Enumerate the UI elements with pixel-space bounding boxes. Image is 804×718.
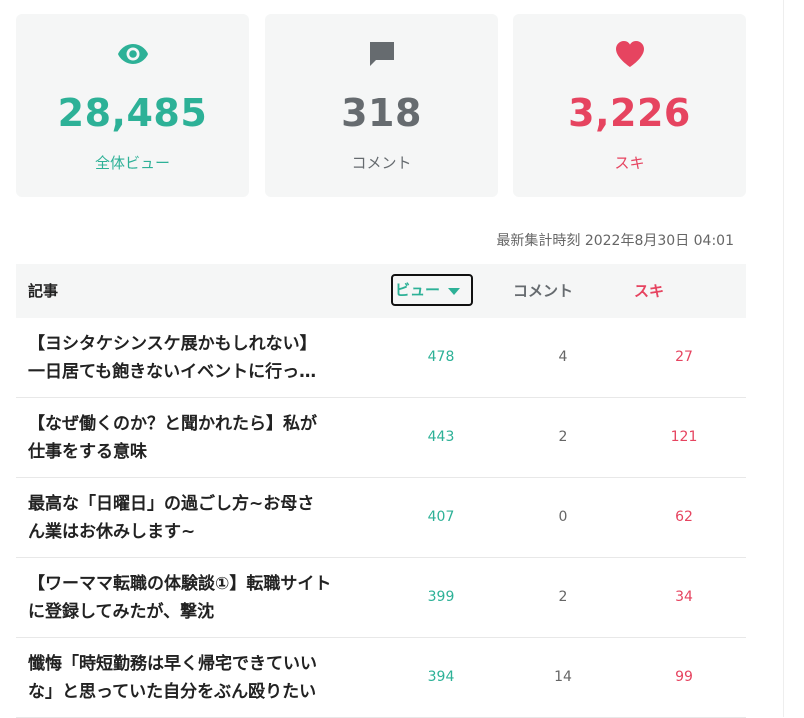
- table-row: 最高な「日曜日」の過ごし方~お母さ ん業はお休みします~ 407 0 62: [16, 478, 746, 558]
- total-comments-value: 318: [341, 91, 422, 135]
- likes-count: 34: [675, 589, 693, 605]
- article-title-link[interactable]: 【なぜ働くのか？と聞かれたら】私が 仕事をする意味: [28, 410, 378, 466]
- table-row: 【なぜ働くのか？と聞かれたら】私が 仕事をする意味 443 2 121: [16, 398, 746, 478]
- views-count: 443: [427, 429, 455, 445]
- article-title-link[interactable]: 【ヨシタケシンスケ展かもしれない】 一日居ても飽きないイベントに行っ…: [28, 330, 378, 386]
- comments-count: 2: [558, 589, 568, 605]
- table-header: 記事 ビュー コメント スキ: [16, 264, 746, 318]
- stat-card-views: 28,485 全体ビュー: [16, 14, 249, 197]
- caret-down-icon: [448, 277, 461, 305]
- likes-count: 121: [670, 429, 698, 445]
- views-count: 399: [427, 589, 455, 605]
- eye-icon: [16, 36, 249, 72]
- article-title-line: 【ヨシタケシンスケ展かもしれない】: [28, 334, 317, 354]
- likes-count: 99: [675, 669, 693, 685]
- article-title-link[interactable]: 懺悔「時短勤務は早く帰宅できていい な」と思っていた自分をぶん殴りたい: [28, 650, 378, 706]
- article-title-link[interactable]: 最高な「日曜日」の過ごし方~お母さ ん業はお休みします~: [28, 490, 378, 546]
- article-title-line: 一日居ても飽きないイベントに行っ…: [28, 362, 317, 382]
- stats-cards: 28,485 全体ビュー 318 コメント 3,226 スキ: [16, 14, 746, 197]
- article-title-line: 仕事をする意味: [28, 442, 147, 462]
- stat-card-comments: 318 コメント: [265, 14, 498, 197]
- article-title-link[interactable]: 【ワーママ転職の体験談①】転職サイト に登録してみたが、撃沈: [28, 570, 378, 626]
- total-likes-label: スキ: [614, 154, 645, 172]
- article-stats-table: 記事 ビュー コメント スキ 【ヨシタケシンスケ展かもしれない】 一日居ても飽き…: [16, 264, 746, 718]
- table-row: 【ヨシタケシンスケ展かもしれない】 一日居ても飽きないイベントに行っ… 478 …: [16, 318, 746, 398]
- comments-count: 2: [558, 429, 568, 445]
- article-title-line: 【なぜ働くのか？と聞かれたら】私が: [28, 414, 317, 434]
- article-title-line: ん業はお休みします~: [28, 522, 196, 542]
- last-updated-timestamp: 最新集計時刻 2022年8月30日 04:01: [496, 233, 734, 249]
- article-title-line: 懺悔「時短勤務は早く帰宅できていい: [28, 654, 317, 674]
- table-row: 懺悔「時短勤務は早く帰宅できていい な」と思っていた自分をぶん殴りたい 394 …: [16, 638, 746, 718]
- stat-card-likes: 3,226 スキ: [513, 14, 746, 197]
- column-header-views: ビュー: [395, 281, 441, 299]
- total-views-value: 28,485: [57, 91, 208, 135]
- sort-by-views-button[interactable]: ビュー: [391, 274, 473, 306]
- likes-count: 62: [675, 509, 693, 525]
- column-header-article: 記事: [28, 282, 59, 300]
- sort-by-likes-button[interactable]: スキ: [634, 264, 664, 318]
- article-title-line: 最高な「日曜日」の過ごし方~お母さ: [28, 494, 315, 514]
- article-title-line: に登録してみたが、撃沈: [28, 602, 215, 622]
- total-likes-value: 3,226: [568, 91, 691, 135]
- views-count: 394: [427, 669, 455, 685]
- article-title-line: な」と思っていた自分をぶん殴りたい: [28, 682, 317, 702]
- comments-count: 4: [558, 349, 568, 365]
- total-comments-label: コメント: [351, 154, 412, 172]
- total-views-label: 全体ビュー: [94, 154, 170, 172]
- likes-count: 27: [675, 349, 693, 365]
- comments-count: 14: [554, 669, 572, 685]
- comments-count: 0: [558, 509, 568, 525]
- views-count: 478: [427, 349, 455, 365]
- article-title-line: 【ワーママ転職の体験談①】転職サイト: [28, 574, 332, 594]
- heart-icon: [513, 36, 746, 72]
- window-edge: [783, 0, 804, 717]
- table-row: 【ワーママ転職の体験談①】転職サイト に登録してみたが、撃沈 399 2 34: [16, 558, 746, 638]
- sort-by-comments-button[interactable]: コメント: [513, 264, 573, 318]
- views-count: 407: [427, 509, 455, 525]
- comment-icon: [265, 36, 498, 72]
